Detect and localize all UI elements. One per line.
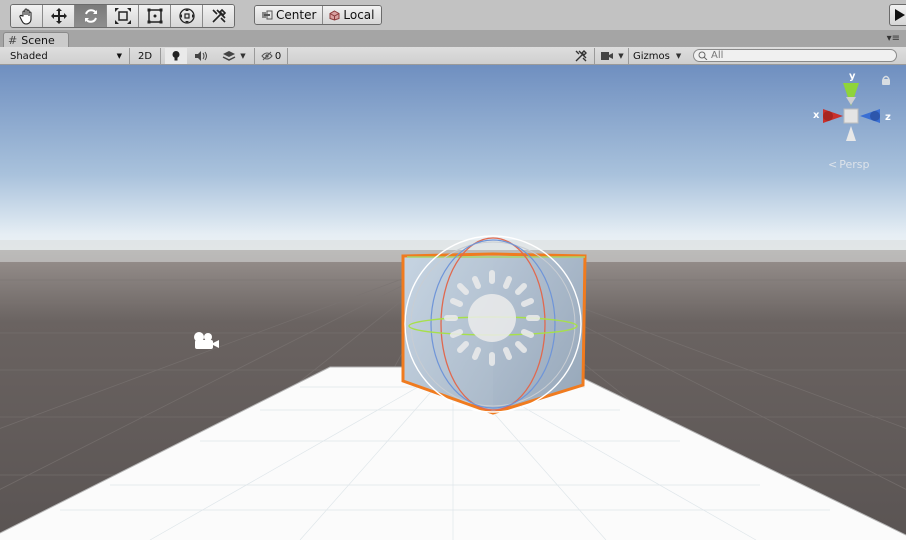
search-icon	[698, 51, 708, 60]
lightbulb-icon	[172, 51, 180, 61]
divider	[160, 48, 161, 64]
scene-viewport[interactable]: y x z < Persp	[0, 65, 906, 540]
divider	[129, 48, 130, 64]
tab-scene[interactable]: # Scene	[3, 32, 69, 47]
tab-scene-label: Scene	[21, 33, 55, 47]
scale-icon	[114, 8, 131, 24]
dropdown-caret-icon: ▼	[675, 52, 682, 60]
divider	[254, 48, 255, 64]
rotate-icon	[84, 9, 97, 23]
axis-x-label: x	[813, 110, 820, 121]
wrench-icon	[575, 50, 587, 62]
dropdown-caret-icon: ▼	[116, 52, 122, 60]
transform-icon	[178, 8, 195, 24]
pivot-center-icon	[262, 10, 273, 20]
speaker-icon	[195, 51, 207, 61]
pivot-controls: Center Local	[254, 5, 382, 25]
draw-mode-label: Shaded	[10, 50, 48, 62]
projection-label: Persp	[839, 158, 870, 171]
pivot-center-button[interactable]: Center	[255, 6, 323, 24]
transform-tools	[10, 4, 235, 28]
hand-icon	[18, 8, 32, 25]
axis-z-label: z	[885, 112, 891, 123]
divider	[287, 48, 288, 64]
search-placeholder: All	[711, 50, 724, 61]
mode-2d-toggle[interactable]: 2D	[134, 48, 156, 64]
tab-menu-icon[interactable]: ▾≡	[887, 33, 900, 44]
eye-slash-icon	[261, 51, 273, 61]
local-cube-icon	[329, 9, 340, 21]
camera-dropdown[interactable]: ▼	[598, 48, 626, 64]
gizmos-dropdown[interactable]: Gizmos ▼	[631, 48, 686, 64]
persp-chevron-icon: <	[828, 158, 838, 171]
tools-toggle[interactable]	[570, 48, 592, 64]
skybox	[0, 65, 906, 265]
rect-tool-button[interactable]	[139, 5, 171, 27]
mode-2d-label: 2D	[137, 50, 153, 62]
effects-layers-icon	[222, 51, 236, 61]
scene-hash-icon: #	[8, 33, 18, 47]
projection-toggle[interactable]: < Persp	[828, 158, 869, 171]
divider	[594, 48, 595, 64]
draw-mode-dropdown[interactable]: Shaded ▼	[6, 48, 126, 64]
main-toolbar: Center Local	[0, 0, 906, 30]
scene-toolbar: Shaded ▼ 2D ▼ 0 ▼ Gizmos ▼ All	[0, 47, 906, 65]
move-icon	[50, 8, 67, 24]
play-button[interactable]	[889, 4, 906, 26]
audio-toggle[interactable]	[190, 48, 212, 64]
lighting-toggle[interactable]	[165, 48, 187, 64]
transform-tool-button[interactable]	[171, 5, 203, 27]
pivot-rotation-label: Local	[343, 8, 375, 22]
custom-tool-button[interactable]	[203, 5, 234, 27]
custom-tool-icon	[211, 8, 226, 23]
divider	[628, 48, 629, 64]
scene-render	[0, 65, 906, 540]
pivot-rotation-button[interactable]: Local	[322, 6, 381, 24]
camera-icon	[601, 52, 614, 60]
hand-tool-button[interactable]	[11, 5, 43, 27]
rect-icon	[147, 8, 162, 24]
hierarchy-search-input[interactable]: All	[693, 49, 897, 62]
rotate-tool-button[interactable]	[75, 5, 107, 27]
hidden-objects-toggle[interactable]: 0	[258, 48, 284, 64]
gizmos-label: Gizmos	[633, 50, 670, 62]
dropdown-caret-icon: ▼	[618, 52, 624, 60]
scale-tool-button[interactable]	[107, 5, 139, 27]
hidden-count: 0	[274, 50, 282, 62]
dropdown-caret-icon: ▼	[240, 52, 246, 60]
effects-dropdown[interactable]: ▼	[216, 48, 252, 64]
pivot-center-label: Center	[276, 8, 317, 22]
tab-bar: # Scene ▾≡	[0, 30, 906, 47]
play-icon	[895, 9, 905, 21]
axis-y-label: y	[849, 71, 856, 82]
move-tool-button[interactable]	[43, 5, 75, 27]
